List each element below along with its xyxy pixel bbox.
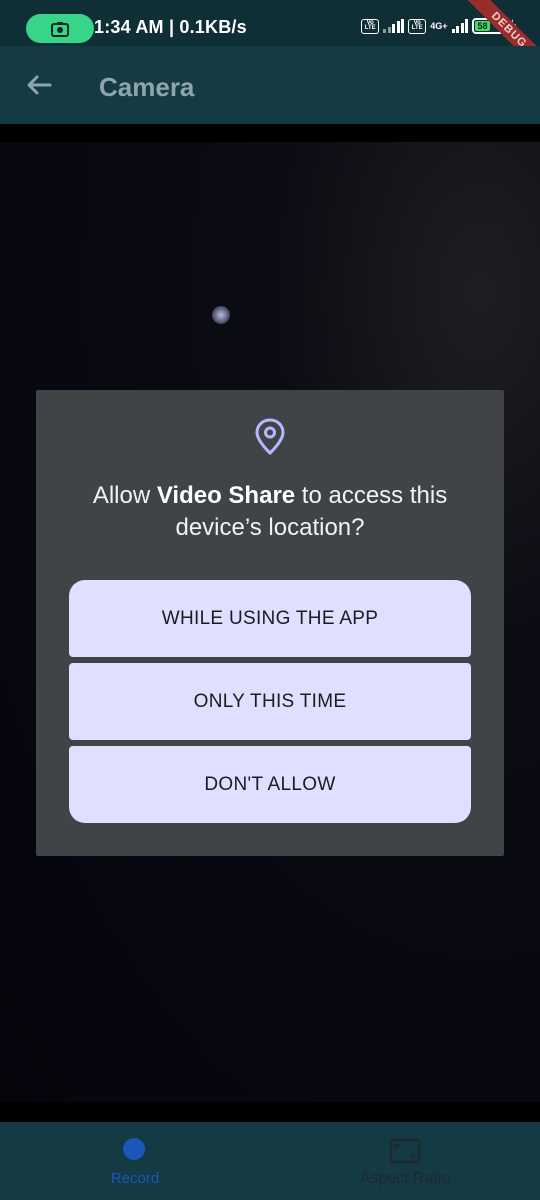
dialog-title: Allow Video Share to access this device’…	[92, 482, 448, 541]
bottom-navigation: Record Aspect Ratio	[0, 1122, 540, 1200]
location-permission-dialog: Allow Video Share to access this device’…	[36, 390, 504, 856]
while-using-app-button[interactable]: WHILE USING THE APP	[69, 580, 471, 657]
preview-light-spot	[212, 306, 230, 324]
camera-in-use-indicator[interactable]	[26, 14, 94, 43]
battery-level: 58	[475, 21, 491, 31]
dont-allow-button[interactable]: DON'T ALLOW	[69, 746, 471, 823]
app-bar: Camera	[0, 46, 540, 124]
aspect-ratio-icon	[389, 1138, 421, 1164]
camera-icon	[51, 21, 69, 37]
record-dot-icon	[123, 1138, 145, 1160]
volte-icon: Vo LTE	[361, 18, 380, 34]
network-type: 4G+	[430, 20, 448, 31]
status-time: 1:34 AM | 0.1KB/s	[94, 17, 247, 37]
arrow-left-icon[interactable]	[24, 70, 54, 100]
app-name: Video Share	[156, 482, 296, 509]
nav-item-aspect-ratio-label: Aspect Ratio	[359, 1170, 451, 1187]
status-bar: 1:34 AM | 0.1KB/s Vo LTE Vo LTE 4G+ 58 D…	[0, 0, 540, 82]
signal-strength-icon-2	[451, 19, 468, 33]
nav-item-aspect-ratio[interactable]: Aspect Ratio	[270, 1122, 540, 1200]
signal-strength-icon	[383, 19, 405, 33]
nav-item-record-label: Record	[110, 1170, 160, 1187]
location-pin-icon	[255, 418, 285, 456]
only-this-time-button[interactable]: ONLY THIS TIME	[69, 663, 471, 740]
volte-icon-2: Vo LTE	[408, 18, 427, 34]
nav-item-record[interactable]: Record	[0, 1122, 270, 1200]
page-title: Camera	[99, 72, 195, 102]
